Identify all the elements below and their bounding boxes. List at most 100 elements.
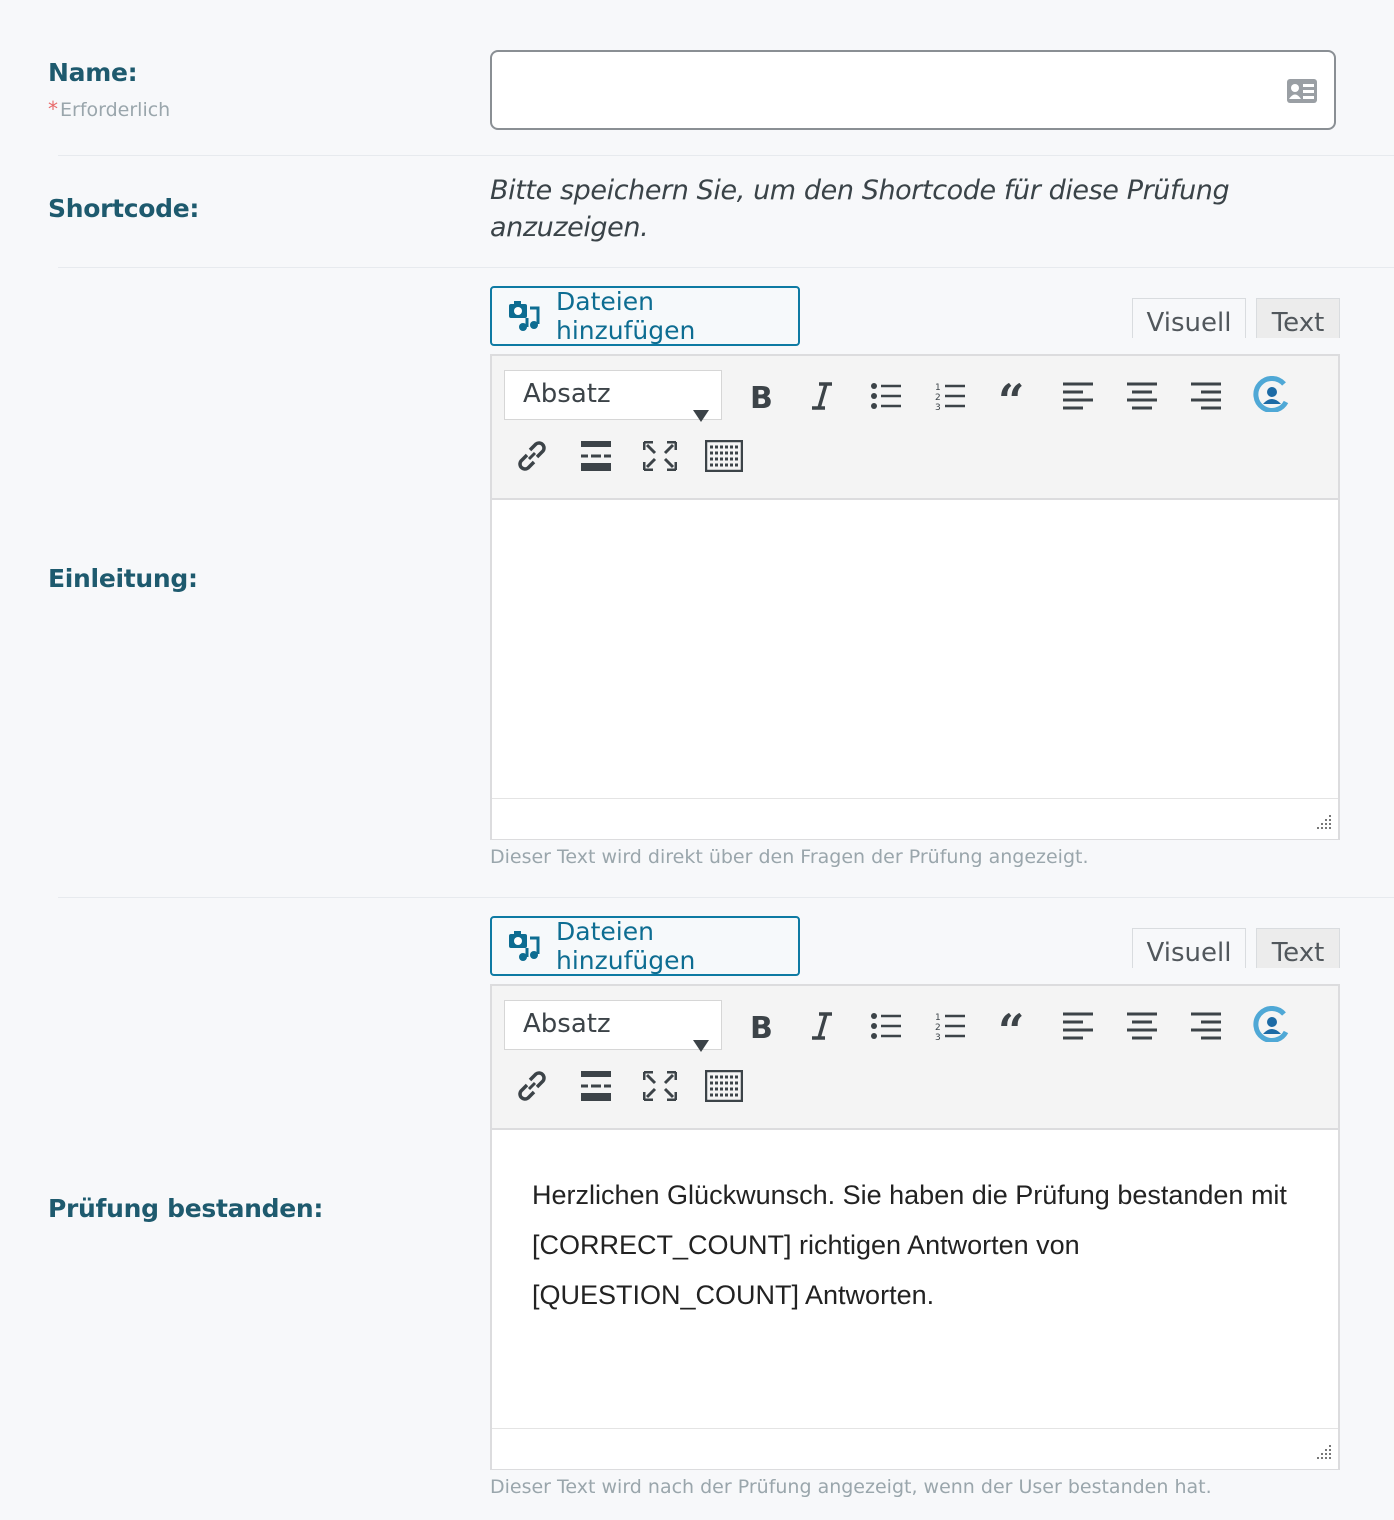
separator [58, 155, 1394, 156]
numbered-list-button[interactable]: 123 [926, 374, 974, 422]
align-left-icon [1063, 1012, 1093, 1045]
blockquote-icon: “ [998, 374, 1030, 428]
resize-handle-icon[interactable] [1312, 810, 1332, 835]
svg-text:3: 3 [935, 1033, 941, 1041]
align-left-icon [1063, 382, 1093, 415]
passed-editor: Absatz B 123 “ Herzlichen Glückwunsch. S… [490, 984, 1340, 1470]
read-more-button[interactable] [572, 434, 620, 482]
bold-button[interactable]: B [736, 1004, 784, 1052]
svg-text:3: 3 [935, 403, 941, 411]
align-left-button[interactable] [1054, 374, 1102, 422]
tab-visual[interactable]: Visuell [1132, 928, 1246, 968]
svg-text:1: 1 [935, 1013, 941, 1023]
numbered-list-icon: 123 [935, 1011, 965, 1046]
align-right-icon [1191, 1012, 1221, 1045]
svg-text:2: 2 [935, 393, 941, 403]
bold-icon: B [748, 1011, 773, 1046]
editor-toolbar: Absatz B 123 “ [492, 986, 1338, 1130]
chevron-down-icon [693, 391, 709, 437]
name-input[interactable] [492, 52, 1292, 128]
svg-text:B: B [750, 381, 772, 411]
format-select-value: Absatz [523, 1009, 611, 1039]
passed-label: Prüfung bestanden: [48, 1194, 324, 1223]
format-select[interactable]: Absatz [504, 1000, 722, 1052]
blockquote-button[interactable]: “ [990, 1004, 1038, 1058]
editor-content[interactable]: Herzlichen Glückwunsch. Sie haben die Pr… [532, 1170, 1312, 1320]
bullet-list-icon [871, 1012, 901, 1045]
required-hint: * Erforderlich [48, 97, 170, 121]
link-button[interactable] [508, 1064, 556, 1112]
align-right-button[interactable] [1182, 374, 1230, 422]
tab-text[interactable]: Text [1256, 298, 1340, 338]
italic-icon [810, 381, 834, 416]
align-right-button[interactable] [1182, 1004, 1230, 1052]
svg-text:1: 1 [935, 383, 941, 393]
name-label: Name: [48, 58, 138, 87]
bold-button[interactable]: B [736, 374, 784, 422]
toolbar-toggle-button[interactable] [700, 434, 748, 482]
name-field[interactable] [490, 50, 1336, 130]
separator [58, 267, 1394, 268]
add-media-label: Dateien hinzufügen [556, 287, 696, 345]
intro-editor: Absatz B 123 “ [490, 354, 1340, 840]
editor-content-area[interactable]: Herzlichen Glückwunsch. Sie haben die Pr… [492, 1130, 1338, 1428]
plugin-button[interactable] [1246, 1002, 1294, 1050]
contact-card-icon [1286, 78, 1318, 109]
required-text: Erforderlich [60, 99, 171, 121]
read-more-icon [581, 440, 611, 476]
add-media-button[interactable]: Dateien hinzufügen [490, 286, 800, 346]
add-media-label: Dateien hinzufügen [556, 917, 696, 975]
italic-button[interactable] [798, 374, 846, 422]
align-right-icon [1191, 382, 1221, 415]
resize-handle-icon[interactable] [1312, 1440, 1332, 1465]
media-icon [508, 300, 542, 332]
italic-button[interactable] [798, 1004, 846, 1052]
editor-statusbar [492, 798, 1338, 839]
bullet-list-button[interactable] [862, 374, 910, 422]
align-center-icon [1127, 1012, 1157, 1045]
bullet-list-icon [871, 382, 901, 415]
editor-statusbar [492, 1428, 1338, 1469]
blockquote-icon: “ [998, 1004, 1030, 1058]
link-icon [515, 439, 549, 478]
align-center-button[interactable] [1118, 1004, 1166, 1052]
tab-text[interactable]: Text [1256, 928, 1340, 968]
toolbar-toggle-icon [704, 1069, 744, 1107]
plugin-button[interactable] [1246, 372, 1294, 420]
svg-text:“: “ [998, 383, 1024, 409]
intro-label: Einleitung: [48, 564, 198, 593]
numbered-list-button[interactable]: 123 [926, 1004, 974, 1052]
fullscreen-button[interactable] [636, 434, 684, 482]
chevron-down-icon [693, 1021, 709, 1067]
toolbar-toggle-button[interactable] [700, 1064, 748, 1112]
align-center-button[interactable] [1118, 374, 1166, 422]
italic-icon [810, 1011, 834, 1046]
add-media-button[interactable]: Dateien hinzufügen [490, 916, 800, 976]
fullscreen-icon [642, 440, 678, 476]
read-more-button[interactable] [572, 1064, 620, 1112]
svg-text:2: 2 [935, 1023, 941, 1033]
passed-help-text: Dieser Text wird nach der Prüfung angeze… [490, 1476, 1212, 1498]
toolbar-toggle-icon [704, 439, 744, 477]
separator [58, 897, 1394, 898]
intro-help-text: Dieser Text wird direkt über den Fragen … [490, 846, 1089, 868]
tab-visual[interactable]: Visuell [1132, 298, 1246, 338]
media-icon [508, 930, 542, 962]
bullet-list-button[interactable] [862, 1004, 910, 1052]
svg-text:B: B [750, 1011, 772, 1041]
link-button[interactable] [508, 434, 556, 482]
fullscreen-icon [642, 1070, 678, 1106]
bold-icon: B [748, 381, 773, 416]
plugin-icon [1250, 375, 1290, 417]
align-left-button[interactable] [1054, 1004, 1102, 1052]
svg-text:“: “ [998, 1013, 1024, 1039]
blockquote-button[interactable]: “ [990, 374, 1038, 428]
shortcode-note: Bitte speichern Sie, um den Shortcode fü… [490, 175, 1230, 243]
format-select[interactable]: Absatz [504, 370, 722, 422]
editor-content-area[interactable] [492, 500, 1338, 798]
format-select-value: Absatz [523, 379, 611, 409]
plugin-icon [1250, 1005, 1290, 1047]
numbered-list-icon: 123 [935, 381, 965, 416]
editor-toolbar: Absatz B 123 “ [492, 356, 1338, 500]
fullscreen-button[interactable] [636, 1064, 684, 1112]
